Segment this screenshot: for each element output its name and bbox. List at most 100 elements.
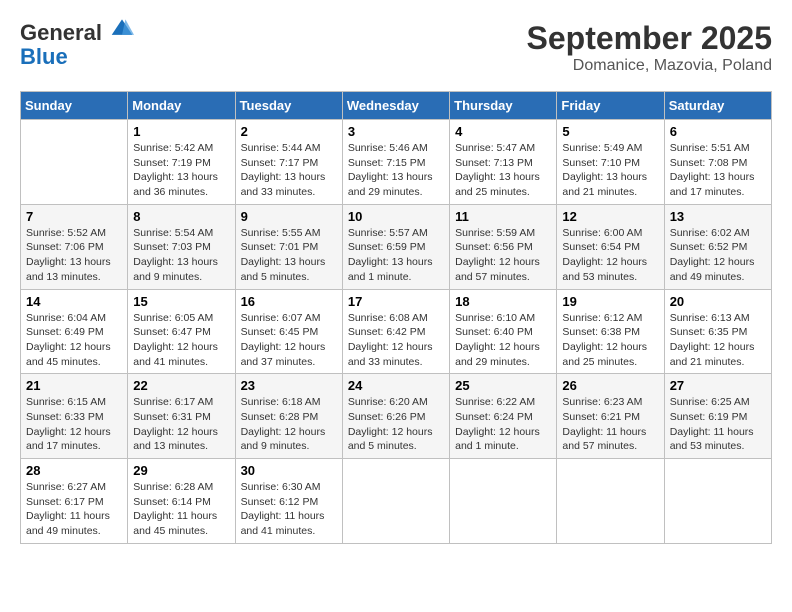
day-info: Sunrise: 6:15 AM Sunset: 6:33 PM Dayligh…	[26, 395, 122, 454]
calendar-row-5: 28Sunrise: 6:27 AM Sunset: 6:17 PM Dayli…	[21, 459, 772, 544]
day-info: Sunrise: 5:55 AM Sunset: 7:01 PM Dayligh…	[241, 226, 337, 285]
calendar-cell	[450, 459, 557, 544]
calendar-row-4: 21Sunrise: 6:15 AM Sunset: 6:33 PM Dayli…	[21, 374, 772, 459]
day-number: 29	[133, 463, 229, 478]
day-number: 11	[455, 209, 551, 224]
day-info: Sunrise: 6:22 AM Sunset: 6:24 PM Dayligh…	[455, 395, 551, 454]
calendar-cell: 12 Sunrise: 6:00 AM Sunset: 6:54 PM Dayli…	[557, 204, 664, 289]
day-number: 15	[133, 294, 229, 309]
calendar-cell: 20 Sunrise: 6:13 AM Sunset: 6:35 PM Dayli…	[664, 289, 771, 374]
day-info: Sunrise: 6:18 AM Sunset: 6:28 PM Dayligh…	[241, 395, 337, 454]
page-header: General Blue September 2025 Domanice, Ma…	[20, 20, 772, 75]
day-info: Sunrise: 6:05 AM Sunset: 6:47 PM Dayligh…	[133, 311, 229, 370]
day-number: 16	[241, 294, 337, 309]
day-number: 9	[241, 209, 337, 224]
calendar-cell: 3 Sunrise: 5:46 AM Sunset: 7:15 PM Daylig…	[342, 120, 449, 205]
calendar-cell: 6Sunrise: 5:51 AM Sunset: 7:08 PM Daylig…	[664, 120, 771, 205]
day-number: 19	[562, 294, 658, 309]
weekday-header-row: SundayMondayTuesdayWednesdayThursdayFrid…	[21, 92, 772, 120]
calendar-cell: 18 Sunrise: 6:10 AM Sunset: 6:40 PM Dayli…	[450, 289, 557, 374]
weekday-header-saturday: Saturday	[664, 92, 771, 120]
day-info: Sunrise: 5:54 AM Sunset: 7:03 PM Dayligh…	[133, 226, 229, 285]
calendar-cell: 4 Sunrise: 5:47 AM Sunset: 7:13 PM Daylig…	[450, 120, 557, 205]
calendar-cell: 11 Sunrise: 5:59 AM Sunset: 6:56 PM Dayli…	[450, 204, 557, 289]
calendar-cell: 1 Sunrise: 5:42 AM Sunset: 7:19 PM Daylig…	[128, 120, 235, 205]
calendar-cell	[21, 120, 128, 205]
weekday-header-sunday: Sunday	[21, 92, 128, 120]
day-number: 3	[348, 124, 444, 139]
calendar-cell: 14 Sunrise: 6:04 AM Sunset: 6:49 PM Dayli…	[21, 289, 128, 374]
logo-icon	[110, 16, 134, 40]
weekday-header-monday: Monday	[128, 92, 235, 120]
calendar-cell: 10 Sunrise: 5:57 AM Sunset: 6:59 PM Dayli…	[342, 204, 449, 289]
day-number: 18	[455, 294, 551, 309]
weekday-header-tuesday: Tuesday	[235, 92, 342, 120]
day-number: 14	[26, 294, 122, 309]
day-info: Sunrise: 6:00 AM Sunset: 6:54 PM Dayligh…	[562, 226, 658, 285]
day-info: Sunrise: 6:25 AM Sunset: 6:19 PM Dayligh…	[670, 395, 766, 454]
day-info: Sunrise: 6:04 AM Sunset: 6:49 PM Dayligh…	[26, 311, 122, 370]
calendar-cell	[557, 459, 664, 544]
calendar-cell: 23Sunrise: 6:18 AM Sunset: 6:28 PM Dayli…	[235, 374, 342, 459]
day-info: Sunrise: 6:10 AM Sunset: 6:40 PM Dayligh…	[455, 311, 551, 370]
day-number: 30	[241, 463, 337, 478]
day-info: Sunrise: 5:52 AM Sunset: 7:06 PM Dayligh…	[26, 226, 122, 285]
day-info: Sunrise: 5:47 AM Sunset: 7:13 PM Dayligh…	[455, 141, 551, 200]
day-number: 13	[670, 209, 766, 224]
calendar-cell: 21Sunrise: 6:15 AM Sunset: 6:33 PM Dayli…	[21, 374, 128, 459]
calendar-cell	[342, 459, 449, 544]
calendar-cell: 15 Sunrise: 6:05 AM Sunset: 6:47 PM Dayli…	[128, 289, 235, 374]
calendar-cell: 9 Sunrise: 5:55 AM Sunset: 7:01 PM Daylig…	[235, 204, 342, 289]
day-info: Sunrise: 6:12 AM Sunset: 6:38 PM Dayligh…	[562, 311, 658, 370]
logo-general: General	[20, 20, 102, 45]
day-info: Sunrise: 6:13 AM Sunset: 6:35 PM Dayligh…	[670, 311, 766, 370]
logo: General Blue	[20, 20, 134, 69]
day-number: 22	[133, 378, 229, 393]
day-number: 2	[241, 124, 337, 139]
day-number: 20	[670, 294, 766, 309]
day-info: Sunrise: 5:49 AM Sunset: 7:10 PM Dayligh…	[562, 141, 658, 200]
day-info: Sunrise: 5:59 AM Sunset: 6:56 PM Dayligh…	[455, 226, 551, 285]
day-info: Sunrise: 6:20 AM Sunset: 6:26 PM Dayligh…	[348, 395, 444, 454]
day-number: 4	[455, 124, 551, 139]
day-info: Sunrise: 6:23 AM Sunset: 6:21 PM Dayligh…	[562, 395, 658, 454]
calendar-cell: 7 Sunrise: 5:52 AM Sunset: 7:06 PM Daylig…	[21, 204, 128, 289]
calendar-cell: 2Sunrise: 5:44 AM Sunset: 7:17 PM Daylig…	[235, 120, 342, 205]
calendar-cell: 22 Sunrise: 6:17 AM Sunset: 6:31 PM Dayli…	[128, 374, 235, 459]
day-number: 12	[562, 209, 658, 224]
calendar-cell: 27Sunrise: 6:25 AM Sunset: 6:19 PM Dayli…	[664, 374, 771, 459]
day-info: Sunrise: 5:57 AM Sunset: 6:59 PM Dayligh…	[348, 226, 444, 285]
calendar-cell: 24 Sunrise: 6:20 AM Sunset: 6:26 PM Dayli…	[342, 374, 449, 459]
month-title: September 2025	[527, 20, 772, 57]
weekday-header-wednesday: Wednesday	[342, 92, 449, 120]
day-number: 24	[348, 378, 444, 393]
calendar-cell: 29Sunrise: 6:28 AM Sunset: 6:14 PM Dayli…	[128, 459, 235, 544]
weekday-header-friday: Friday	[557, 92, 664, 120]
day-info: Sunrise: 6:07 AM Sunset: 6:45 PM Dayligh…	[241, 311, 337, 370]
day-number: 26	[562, 378, 658, 393]
calendar-cell: 16 Sunrise: 6:07 AM Sunset: 6:45 PM Dayli…	[235, 289, 342, 374]
title-area: September 2025 Domanice, Mazovia, Poland	[527, 20, 772, 75]
calendar-cell: 25Sunrise: 6:22 AM Sunset: 6:24 PM Dayli…	[450, 374, 557, 459]
calendar-cell: 13Sunrise: 6:02 AM Sunset: 6:52 PM Dayli…	[664, 204, 771, 289]
day-number: 8	[133, 209, 229, 224]
calendar-cell: 5Sunrise: 5:49 AM Sunset: 7:10 PM Daylig…	[557, 120, 664, 205]
day-info: Sunrise: 5:42 AM Sunset: 7:19 PM Dayligh…	[133, 141, 229, 200]
day-info: Sunrise: 6:17 AM Sunset: 6:31 PM Dayligh…	[133, 395, 229, 454]
day-number: 1	[133, 124, 229, 139]
calendar-row-3: 14 Sunrise: 6:04 AM Sunset: 6:49 PM Dayli…	[21, 289, 772, 374]
weekday-header-thursday: Thursday	[450, 92, 557, 120]
day-info: Sunrise: 5:51 AM Sunset: 7:08 PM Dayligh…	[670, 141, 766, 200]
calendar-cell: 28Sunrise: 6:27 AM Sunset: 6:17 PM Dayli…	[21, 459, 128, 544]
day-number: 10	[348, 209, 444, 224]
day-info: Sunrise: 6:30 AM Sunset: 6:12 PM Dayligh…	[241, 480, 337, 539]
day-info: Sunrise: 5:46 AM Sunset: 7:15 PM Dayligh…	[348, 141, 444, 200]
calendar-cell: 17Sunrise: 6:08 AM Sunset: 6:42 PM Dayli…	[342, 289, 449, 374]
calendar-row-1: 1 Sunrise: 5:42 AM Sunset: 7:19 PM Daylig…	[21, 120, 772, 205]
calendar-cell: 26 Sunrise: 6:23 AM Sunset: 6:21 PM Dayli…	[557, 374, 664, 459]
calendar-cell: 19 Sunrise: 6:12 AM Sunset: 6:38 PM Dayli…	[557, 289, 664, 374]
day-number: 7	[26, 209, 122, 224]
calendar-row-2: 7 Sunrise: 5:52 AM Sunset: 7:06 PM Daylig…	[21, 204, 772, 289]
day-number: 17	[348, 294, 444, 309]
calendar-cell: 8 Sunrise: 5:54 AM Sunset: 7:03 PM Daylig…	[128, 204, 235, 289]
